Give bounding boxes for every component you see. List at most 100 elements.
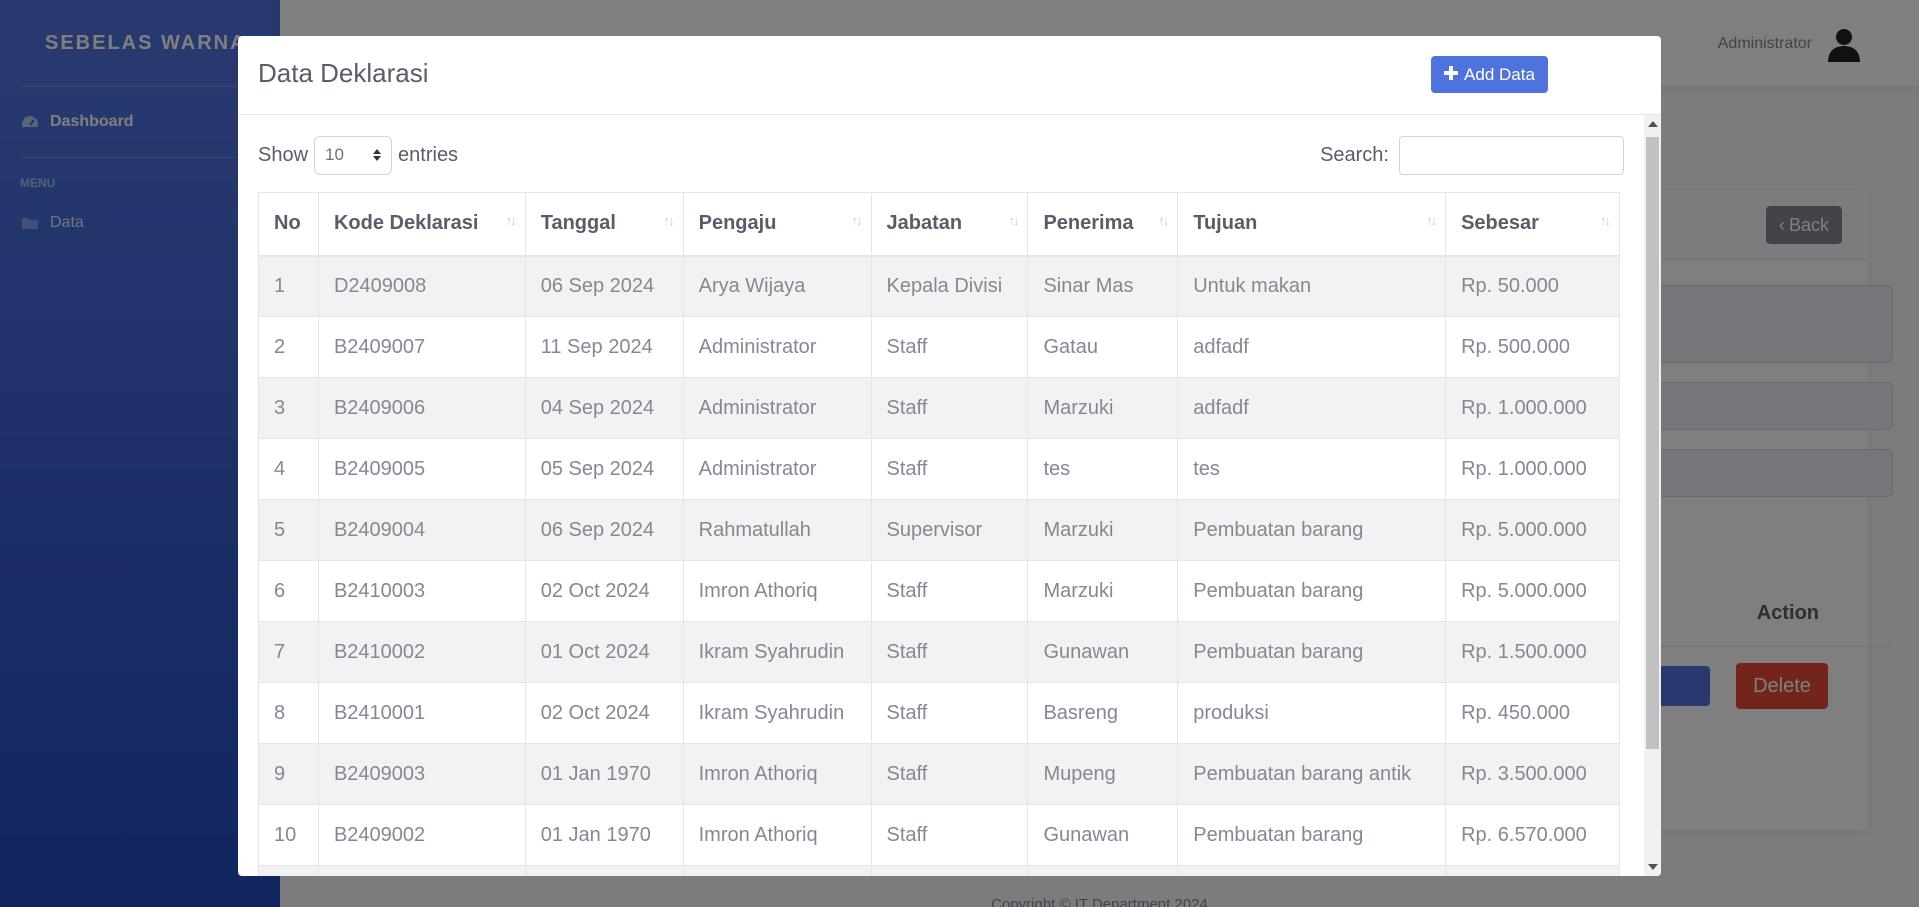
table-header-row: No Kode Deklarasi ↑↓ Tanggal ↑↓ Pengaju ↑↓ … <box>258 192 1620 257</box>
table-row: 9 B2409003 01 Jan 1970 Imron Athoriq Staff Mu… <box>258 743 1620 805</box>
cell-jabatan: Kepala Divisi <box>870 255 1029 317</box>
cell-kode: B2410001 <box>317 682 526 744</box>
cell-jabatan: Staff <box>870 377 1029 439</box>
cell-no: 1 <box>258 255 319 317</box>
cell-pengaju: Administrator <box>682 438 872 500</box>
table-controls: Show 10 entries Search: <box>258 135 1624 175</box>
cell-sebesar: Rp. 6.570.000 <box>1445 804 1620 866</box>
cell-kode: B2409005 <box>317 438 526 500</box>
column-header-tanggal[interactable]: Tanggal ↑↓ <box>524 192 684 257</box>
column-header-tujuan[interactable]: Tujuan ↑↓ <box>1177 192 1447 257</box>
cell-penerima: Mupeng <box>1027 743 1179 805</box>
cell-tujuan: adfadf <box>1177 377 1447 439</box>
cell-sebesar: Rp. 1.500.000 <box>1445 621 1620 683</box>
column-header-pengaju[interactable]: Pengaju ↑↓ <box>682 192 872 257</box>
table-row: 1 D2409008 06 Sep 2024 Arya Wijaya Kepala Di… <box>258 255 1620 317</box>
cell-tujuan: Pembuatan barang <box>1177 560 1447 622</box>
cell-tujuan: Pembuatan barang <box>1177 804 1447 866</box>
cell-tanggal: 06 Sep 2024 <box>524 255 684 317</box>
cell-kode: B2410003 <box>317 560 526 622</box>
cell-no: 6 <box>258 560 319 622</box>
page-size-value: 10 <box>325 145 344 164</box>
modal-header: Data Deklarasi Add Data <box>238 36 1661 115</box>
column-header-sebesar[interactable]: Sebesar ↑↓ <box>1445 192 1620 257</box>
cell-pengaju: Imron Athoriq <box>682 743 872 805</box>
cell-no: 10 <box>258 804 319 866</box>
modal-title: Data Deklarasi <box>258 58 429 88</box>
cell-penerima: Basreng <box>1027 682 1179 744</box>
cell-pengaju: Ikram Syahrudin <box>682 682 872 744</box>
show-label: Show <box>258 143 309 166</box>
column-header-jabatan[interactable]: Jabatan ↑↓ <box>870 192 1029 257</box>
cell-penerima: Gatau <box>1027 316 1179 378</box>
scrollbar-thumb[interactable] <box>1646 137 1659 749</box>
cell-tujuan: adfadf <box>1177 316 1447 378</box>
plus-icon <box>1444 65 1459 85</box>
table-row <box>258 865 1620 876</box>
column-label: Pengaju <box>698 212 777 235</box>
cell-tujuan: Untuk makan <box>1177 255 1447 317</box>
add-data-button[interactable]: Add Data <box>1431 56 1548 93</box>
cell-kode: B2409006 <box>317 377 526 439</box>
cell-jabatan: Staff <box>870 682 1029 744</box>
entries-label: entries <box>398 143 459 166</box>
cell-tujuan: Pembuatan barang <box>1177 621 1447 683</box>
table-row: 7 B2410002 01 Oct 2024 Ikram Syahrudin Staff… <box>258 621 1620 683</box>
cell-jabatan: Staff <box>870 438 1029 500</box>
add-data-label: Add Data <box>1464 64 1535 84</box>
cell-tujuan: Pembuatan barang antik <box>1177 743 1447 805</box>
column-label: Sebesar <box>1461 212 1539 235</box>
cell-jabatan: Staff <box>870 560 1029 622</box>
column-label: Jabatan <box>886 212 963 235</box>
sort-icon: ↑↓ <box>1600 213 1611 228</box>
page-size-control: Show 10 entries <box>258 135 458 175</box>
column-label: Penerima <box>1043 212 1134 235</box>
column-label: Tujuan <box>1193 212 1258 235</box>
cell-no: 8 <box>258 682 319 744</box>
cell-sebesar: Rp. 1.000.000 <box>1445 377 1620 439</box>
cell-penerima: Marzuki <box>1027 377 1179 439</box>
sort-icon: ↑↓ <box>1426 213 1437 228</box>
cell-kode: B2409002 <box>317 804 526 866</box>
cell-pengaju: Rahmatullah <box>682 499 872 561</box>
cell-no: 9 <box>258 743 319 805</box>
table-row: 5 B2409004 06 Sep 2024 Rahmatullah Superviso… <box>258 499 1620 561</box>
cell-pengaju: Imron Athoriq <box>682 560 872 622</box>
cell-sebesar: Rp. 5.000.000 <box>1445 560 1620 622</box>
cell-kode: B2409004 <box>317 499 526 561</box>
search-label: Search: <box>1320 143 1389 166</box>
table-row: 6 B2410003 02 Oct 2024 Imron Athoriq Staff Ma… <box>258 560 1620 622</box>
cell-sebesar: Rp. 450.000 <box>1445 682 1620 744</box>
page-size-select[interactable]: 10 <box>314 135 393 175</box>
cell-kode: B2410002 <box>317 621 526 683</box>
cell-sebesar: Rp. 50.000 <box>1445 255 1620 317</box>
cell-tanggal: 02 Oct 2024 <box>524 682 684 744</box>
modal-scrollbar[interactable] <box>1644 115 1661 876</box>
cell-tanggal: 02 Oct 2024 <box>524 560 684 622</box>
cell-sebesar: Rp. 500.000 <box>1445 316 1620 378</box>
cell-no: 5 <box>258 499 319 561</box>
table-row: 4 B2409005 05 Sep 2024 Administrator Staff te… <box>258 438 1620 500</box>
cell-penerima: Sinar Mas <box>1027 255 1179 317</box>
cell-sebesar: Rp. 3.500.000 <box>1445 743 1620 805</box>
scroll-up-icon[interactable] <box>1648 121 1658 127</box>
cell-sebesar: Rp. 1.000.000 <box>1445 438 1620 500</box>
sort-icon: ↑↓ <box>505 213 517 228</box>
cell-tujuan: produksi <box>1177 682 1447 744</box>
cell-tanggal: 11 Sep 2024 <box>524 316 684 378</box>
table-row: 3 B2409006 04 Sep 2024 Administrator Staff Ma… <box>258 377 1620 439</box>
select-arrows-icon <box>373 149 382 161</box>
cell-tujuan: tes <box>1177 438 1447 500</box>
table-row: 8 B2410001 02 Oct 2024 Ikram Syahrudin Staff… <box>258 682 1620 744</box>
column-header-kode[interactable]: Kode Deklarasi ↑↓ <box>317 192 526 257</box>
cell-penerima: tes <box>1027 438 1179 500</box>
table-row: 2 B2409007 11 Sep 2024 Administrator Staff Ga… <box>258 316 1620 378</box>
search-input[interactable] <box>1399 135 1624 175</box>
cell-no: 3 <box>258 377 319 439</box>
cell-pengaju: Imron Athoriq <box>682 804 872 866</box>
column-header-penerima[interactable]: Penerima ↑↓ <box>1027 192 1179 257</box>
scroll-down-icon[interactable] <box>1648 864 1658 870</box>
search-control: Search: <box>1320 135 1624 175</box>
column-header-no[interactable]: No <box>258 192 319 257</box>
cell-sebesar: Rp. 5.000.000 <box>1445 499 1620 561</box>
